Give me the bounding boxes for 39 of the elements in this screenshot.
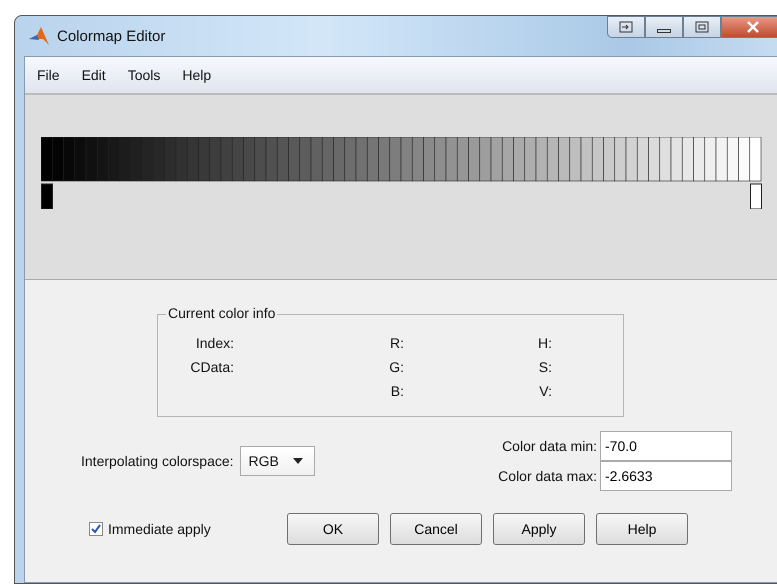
field-label: Color data max: [498,468,597,484]
maximize-icon [695,21,709,33]
field-label: Color data min: [502,438,597,454]
minimize-button[interactable] [645,16,683,38]
field-label: S: [538,359,552,375]
menu-item[interactable]: Help [182,67,224,83]
colorspace-label: Interpolating colorspace: [81,453,234,469]
field-label: Index: [196,335,234,351]
checkbox-label: Immediate apply [108,521,211,537]
field-label: B: [390,383,404,399]
dialog-button[interactable]: Cancel [390,513,482,545]
dock-button[interactable] [607,16,645,38]
colorspace-dropdown[interactable]: RGB [240,446,315,476]
field-label: G: [389,359,404,375]
colormap-strip[interactable] [41,137,762,182]
menu-item[interactable]: Edit [82,67,118,83]
color-marker[interactable] [750,184,762,209]
input-field[interactable]: -2.6633 [600,461,732,491]
window-title: Colormap Editor [57,28,166,44]
menu-item[interactable]: Tools [128,67,172,83]
menu-item[interactable]: File [37,67,72,83]
color-marker[interactable] [41,184,53,209]
maximize-button[interactable] [683,16,721,38]
close-button[interactable] [721,16,777,38]
dialog-button[interactable]: Help [596,513,688,545]
field-label: CData: [190,359,234,375]
logo-icon [29,27,49,45]
field-label: V: [539,383,552,399]
field-label: R: [390,335,404,351]
dock-icon [619,21,633,33]
checkbox[interactable] [89,522,103,536]
input-field[interactable]: -70.0 [600,431,732,461]
field-label: H: [538,335,552,351]
close-icon [746,21,760,33]
caret-icon [292,458,303,464]
dialog-button[interactable]: Apply [493,513,585,545]
dialog-button[interactable]: OK [287,513,379,545]
group-title: Current color info [166,305,278,321]
minimize-icon [657,29,671,33]
